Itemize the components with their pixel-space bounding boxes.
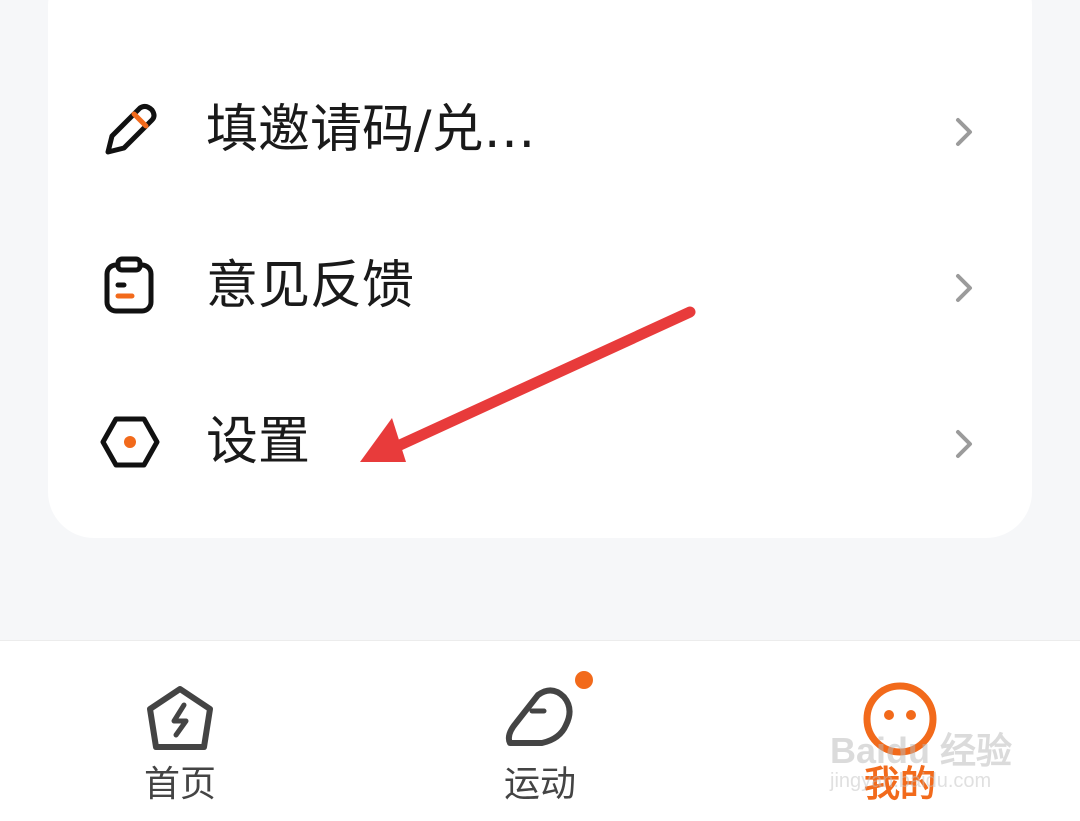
tab-label: 首页 xyxy=(143,764,216,805)
watermark-sub: jingyan.baidu.com xyxy=(830,770,992,792)
clipboard-icon xyxy=(104,256,154,314)
menu-item-settings[interactable]: 设置 xyxy=(48,372,1032,512)
menu-item-feedback[interactable]: 意见反馈 xyxy=(48,216,1032,356)
hexagon-settings-icon xyxy=(100,416,160,468)
sneaker-icon xyxy=(505,687,573,746)
menu-card: 填邀请码/兑… 意见反馈 设置 xyxy=(48,0,1032,538)
home-bolt-icon xyxy=(147,686,213,750)
watermark-main: Baidu 经验 xyxy=(830,730,1013,771)
menu-item-invite-code[interactable]: 填邀请码/兑… xyxy=(48,60,1032,200)
menu-item-label: 意见反馈 xyxy=(206,256,415,316)
tab-home[interactable]: 首页 xyxy=(0,641,360,821)
notification-dot xyxy=(575,671,593,689)
pencil-icon xyxy=(105,103,157,155)
chevron-right-icon xyxy=(956,118,972,146)
chevron-right-icon xyxy=(956,430,972,458)
tab-sport[interactable]: 运动 xyxy=(360,641,720,821)
menu-item-label: 填邀请码/兑… xyxy=(206,100,536,160)
tab-label: 运动 xyxy=(503,764,576,805)
baidu-watermark: Baidu 经验 jingyan.baidu.com xyxy=(830,722,1030,802)
chevron-right-icon xyxy=(956,274,972,302)
menu-item-label: 设置 xyxy=(206,412,311,472)
